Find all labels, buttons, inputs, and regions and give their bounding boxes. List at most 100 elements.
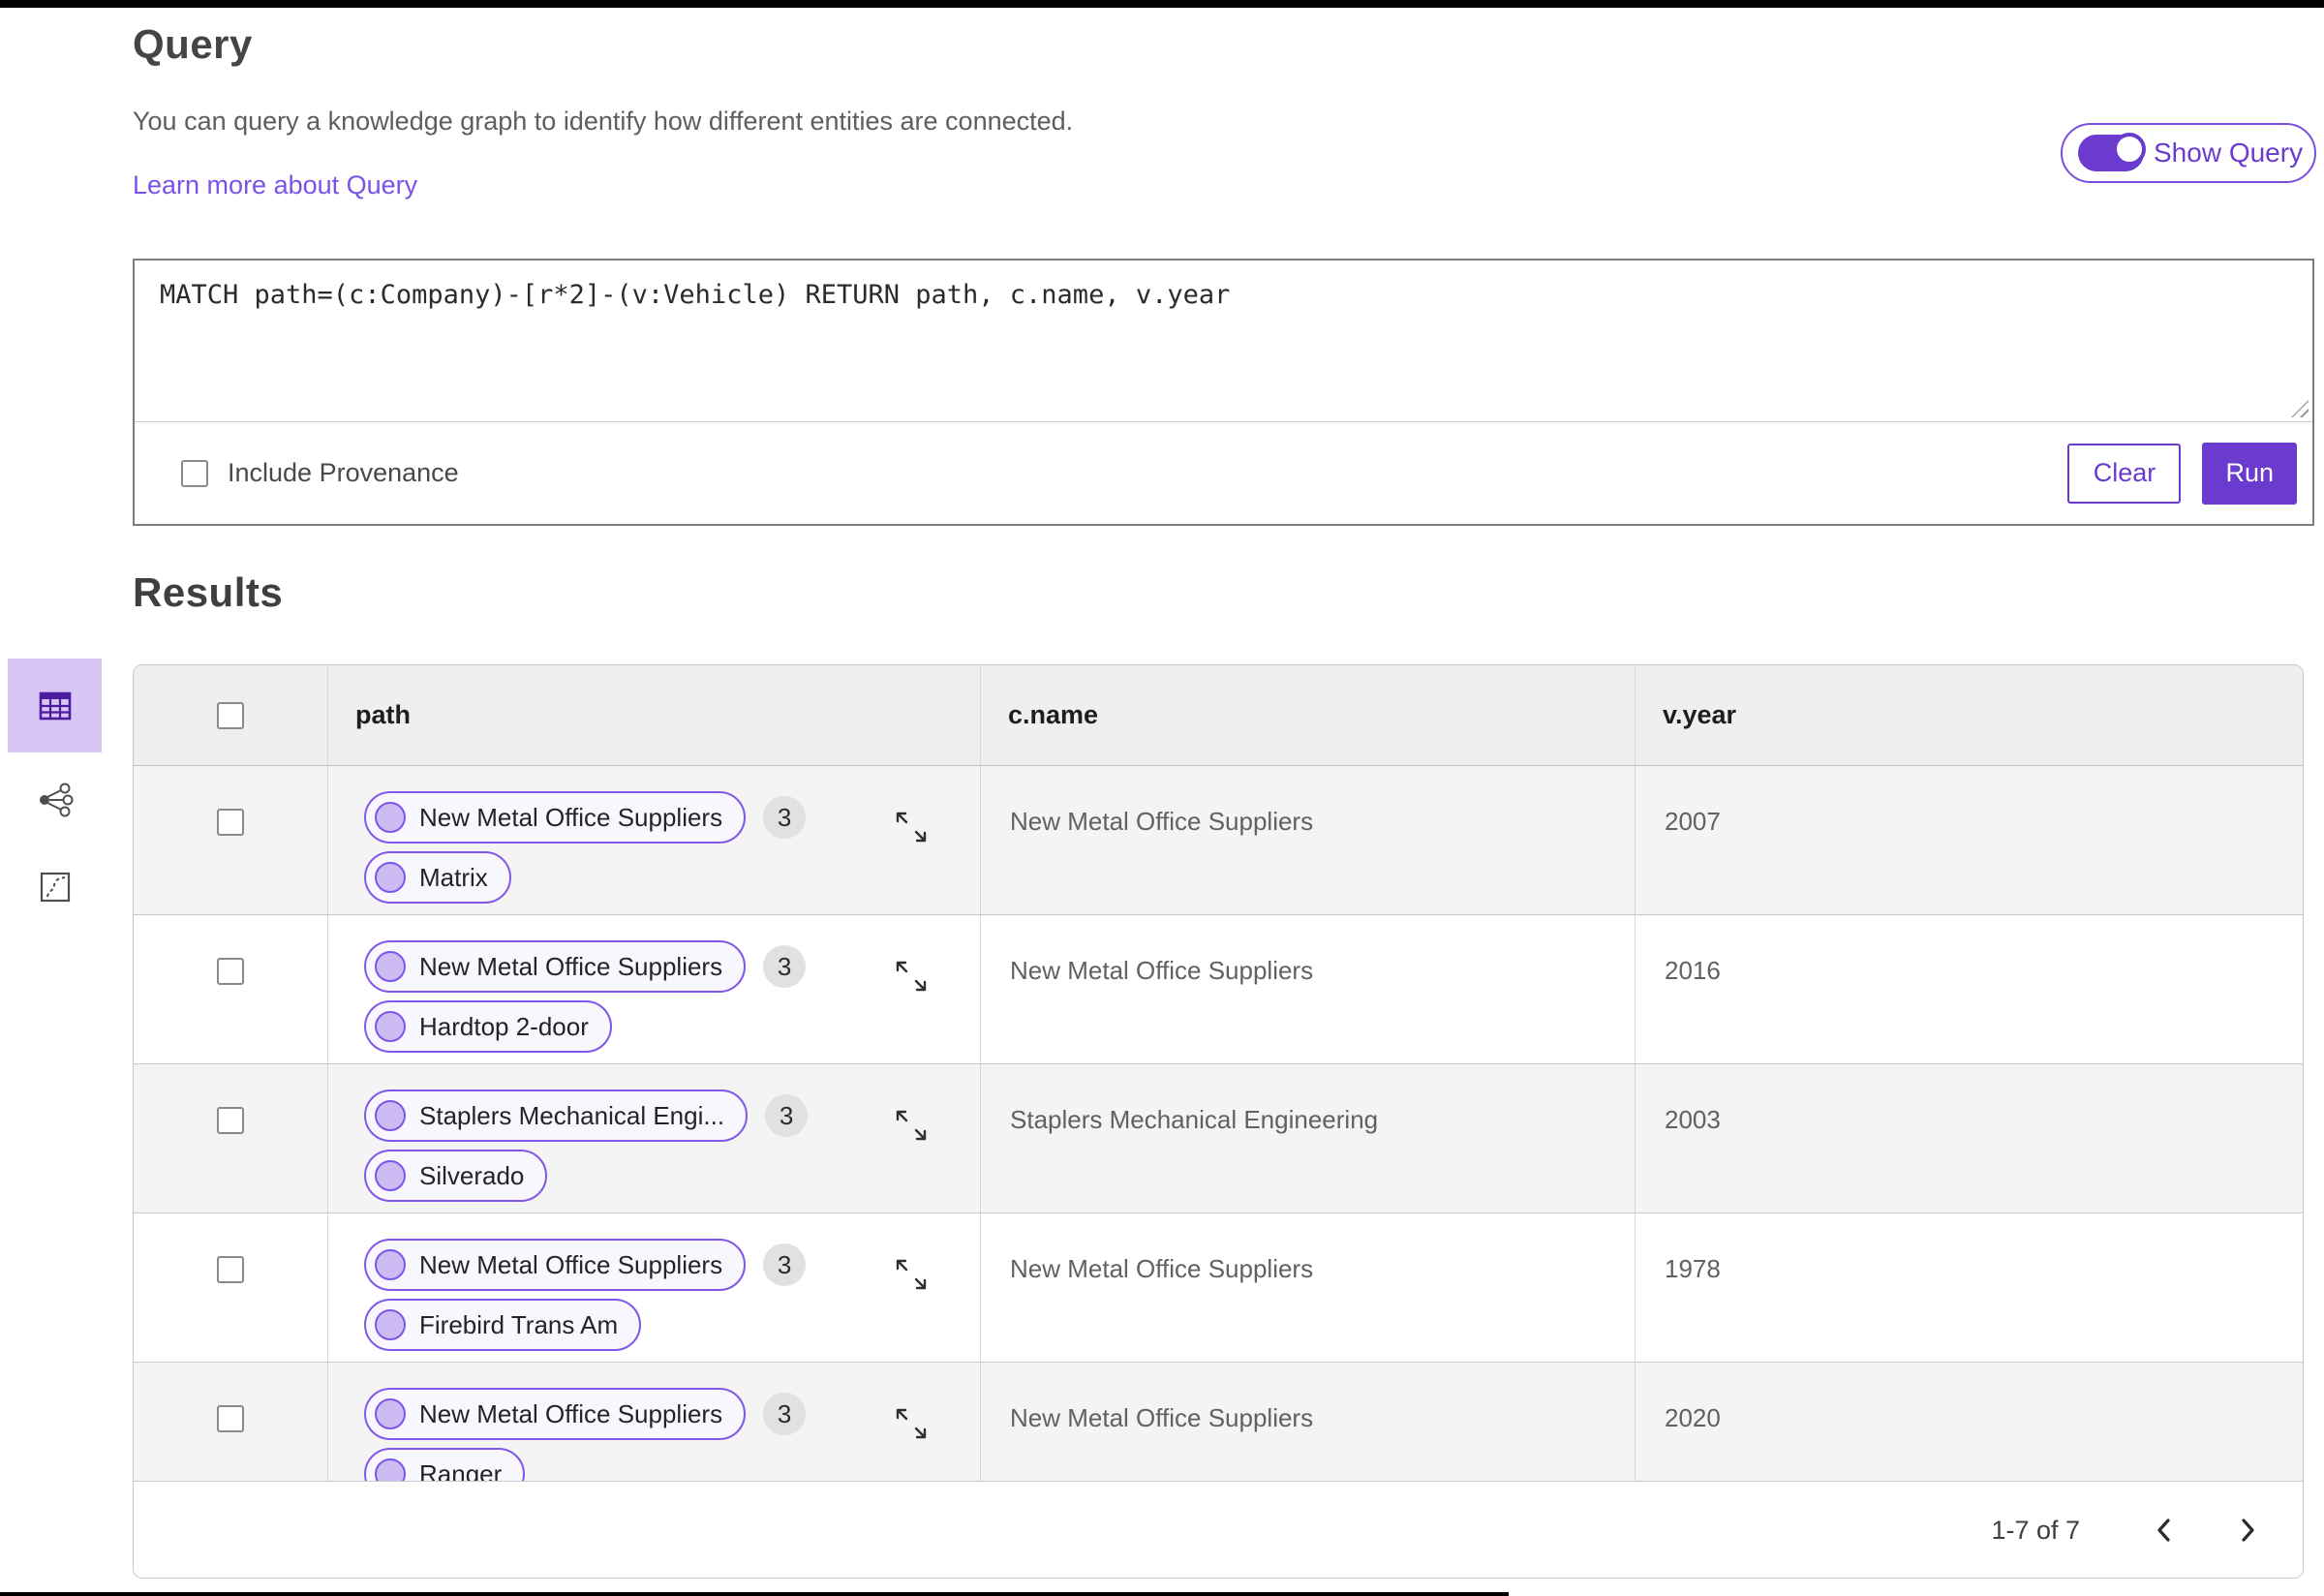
- column-header-label: c.name: [1008, 700, 1099, 729]
- target-node-label: Hardtop 2-door: [419, 1011, 589, 1041]
- row-checkbox[interactable]: [217, 958, 244, 985]
- node-circle-icon: [375, 1458, 406, 1481]
- toggle-switch-icon[interactable]: [2078, 133, 2146, 171]
- include-provenance-label: Include Provenance: [228, 458, 459, 487]
- source-node-label: New Metal Office Suppliers: [419, 1249, 723, 1279]
- graph-view-button[interactable]: [8, 782, 102, 818]
- target-node-label: Silverado: [419, 1160, 525, 1190]
- query-text: MATCH path=(c:Company)-[r*2]-(v:Vehicle)…: [160, 280, 1231, 310]
- row-checkbox[interactable]: [217, 809, 244, 836]
- expand-path-icon[interactable]: [893, 809, 930, 845]
- source-node-pill[interactable]: Staplers Mechanical Engi...: [364, 1090, 749, 1142]
- query-panel: MATCH path=(c:Company)-[r*2]-(v:Vehicle)…: [133, 259, 2314, 526]
- screenshot-top-border: [0, 0, 2324, 8]
- node-circle-icon: [375, 862, 406, 893]
- vyear-cell: 2016: [1665, 956, 1721, 985]
- node-circle-icon: [375, 1249, 406, 1280]
- source-node-pill[interactable]: New Metal Office Suppliers: [364, 791, 747, 844]
- source-node-pill[interactable]: New Metal Office Suppliers: [364, 1388, 747, 1440]
- path-count-badge: 3: [763, 1393, 807, 1435]
- source-node-label: New Metal Office Suppliers: [419, 1398, 723, 1428]
- source-node-label: New Metal Office Suppliers: [419, 802, 723, 832]
- node-circle-icon: [375, 1011, 406, 1042]
- expand-path-icon[interactable]: [893, 1405, 930, 1442]
- target-node-label: Firebird Trans Am: [419, 1309, 619, 1339]
- target-node-pill[interactable]: Silverado: [364, 1150, 548, 1202]
- node-circle-icon: [375, 1100, 406, 1131]
- path-cell: New Metal Office Suppliers 3 Matrix: [328, 766, 981, 914]
- target-node-pill[interactable]: Hardtop 2-door: [364, 1000, 612, 1053]
- learn-more-link[interactable]: Learn more about Query: [133, 170, 417, 200]
- vyear-cell: 1978: [1665, 1254, 1721, 1283]
- next-page-button[interactable]: [2233, 1516, 2262, 1545]
- results-pagination: 1-7 of 7: [134, 1481, 2303, 1578]
- map-view-button[interactable]: [8, 870, 102, 905]
- table-row: New Metal Office Suppliers 3 Hardtop 2-d…: [134, 915, 2303, 1064]
- row-checkbox-cell: [134, 1363, 328, 1481]
- column-header-path: path: [328, 665, 981, 765]
- screenshot-bottom-border: [0, 1592, 1509, 1596]
- results-table-body: New Metal Office Suppliers 3 Matrix New …: [134, 766, 2303, 1481]
- path-cell: Staplers Mechanical Engi... 3 Silverado: [328, 1064, 981, 1212]
- node-circle-icon: [375, 1309, 406, 1340]
- toggle-knob: [2113, 133, 2146, 166]
- cname-cell: New Metal Office Suppliers: [981, 1213, 1636, 1362]
- source-node-pill[interactable]: New Metal Office Suppliers: [364, 1239, 747, 1291]
- path-count-badge: 3: [763, 796, 807, 839]
- path-cell: New Metal Office Suppliers 3 Firebird Tr…: [328, 1213, 981, 1362]
- row-checkbox-cell: [134, 1064, 328, 1212]
- target-node-pill[interactable]: Matrix: [364, 851, 511, 904]
- vyear-cell: 2007: [1665, 807, 1721, 836]
- query-editor[interactable]: MATCH path=(c:Company)-[r*2]-(v:Vehicle)…: [135, 261, 2312, 421]
- select-all-cell: [134, 665, 328, 765]
- node-circle-icon: [375, 951, 406, 982]
- path-count-badge: 3: [763, 1243, 807, 1286]
- view-switcher-rail: [8, 659, 102, 930]
- expand-path-icon[interactable]: [893, 1107, 930, 1144]
- row-checkbox[interactable]: [217, 1107, 244, 1134]
- node-circle-icon: [375, 1398, 406, 1429]
- page-title: Query: [133, 21, 253, 67]
- results-card: path c.name v.year New Metal Office Supp…: [133, 664, 2304, 1579]
- row-checkbox-cell: [134, 766, 328, 914]
- table-row: Staplers Mechanical Engi... 3 Silverado …: [134, 1064, 2303, 1213]
- run-button[interactable]: Run: [2202, 442, 2297, 505]
- select-all-checkbox[interactable]: [217, 701, 244, 729]
- source-node-label: Staplers Mechanical Engi...: [419, 1100, 725, 1130]
- table-row: New Metal Office Suppliers 3 Firebird Tr…: [134, 1213, 2303, 1363]
- show-query-toggle[interactable]: Show Query: [2061, 123, 2316, 183]
- target-node-label: Matrix: [419, 862, 488, 892]
- vyear-cell: 2003: [1665, 1105, 1721, 1134]
- cname-cell: Staplers Mechanical Engineering: [981, 1064, 1636, 1212]
- source-node-pill[interactable]: New Metal Office Suppliers: [364, 940, 747, 993]
- chevron-left-icon: [2157, 1519, 2170, 1542]
- vyear-cell: 2020: [1665, 1403, 1721, 1432]
- previous-page-button[interactable]: [2150, 1516, 2179, 1545]
- results-title: Results: [133, 569, 284, 615]
- table-icon: [39, 691, 71, 720]
- node-circle-icon: [375, 802, 406, 833]
- path-cell: New Metal Office Suppliers 3 Ranger: [328, 1363, 981, 1481]
- show-query-label: Show Query: [2154, 138, 2304, 168]
- path-count-badge: 3: [765, 1094, 809, 1137]
- cname-cell: New Metal Office Suppliers: [981, 766, 1636, 914]
- query-panel-footer: Include Provenance Clear Run: [135, 421, 2312, 524]
- node-circle-icon: [375, 1160, 406, 1191]
- row-checkbox[interactable]: [217, 1405, 244, 1432]
- row-checkbox[interactable]: [217, 1256, 244, 1283]
- page-description: You can query a knowledge graph to ident…: [133, 107, 1074, 136]
- clear-button[interactable]: Clear: [2067, 443, 2182, 504]
- source-node-label: New Metal Office Suppliers: [419, 951, 723, 981]
- target-node-label: Ranger: [419, 1458, 503, 1482]
- column-header-label: path: [355, 700, 411, 729]
- expand-path-icon[interactable]: [893, 958, 930, 995]
- resize-grip-icon[interactable]: [2291, 400, 2309, 417]
- table-row: New Metal Office Suppliers 3 Ranger New …: [134, 1363, 2303, 1481]
- target-node-pill[interactable]: Ranger: [364, 1448, 526, 1482]
- cname-cell: New Metal Office Suppliers: [981, 1363, 1636, 1481]
- column-header-cname: c.name: [981, 665, 1636, 765]
- target-node-pill[interactable]: Firebird Trans Am: [364, 1299, 642, 1351]
- include-provenance-checkbox[interactable]: [181, 459, 208, 487]
- table-view-button[interactable]: [8, 659, 102, 752]
- expand-path-icon[interactable]: [893, 1256, 930, 1293]
